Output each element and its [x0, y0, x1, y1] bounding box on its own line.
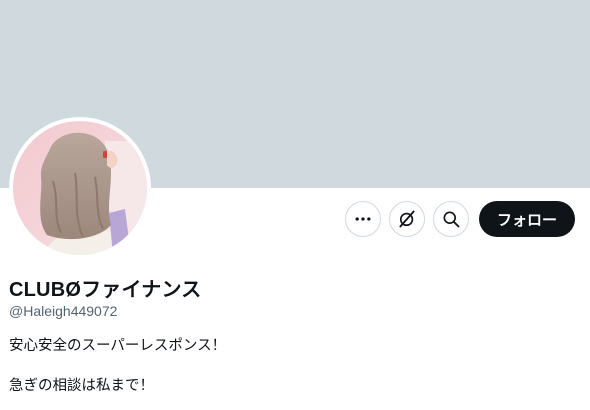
search-icon — [443, 211, 460, 228]
avatar[interactable] — [9, 117, 151, 259]
grok-icon — [399, 210, 415, 228]
search-button[interactable] — [432, 201, 469, 237]
profile-bio: 安心安全のスーパーレスポンス！ 急ぎの相談は私まで！ — [9, 336, 226, 396]
avatar-photo — [13, 121, 147, 255]
bio-line: 急ぎの相談は私まで！ — [9, 378, 154, 394]
bio-spacer — [9, 356, 226, 376]
bio-line: 安心安全のスーパーレスポンス！ — [9, 338, 227, 354]
profile-actions: フォロー — [344, 201, 575, 237]
grok-button[interactable] — [388, 201, 425, 237]
more-horizontal-icon — [355, 217, 371, 221]
profile-page: フォロー CLUBØファイナンス @Haleigh449072 安心安全のスーパ… — [0, 0, 590, 410]
display-name: CLUBØファイナンス — [9, 279, 202, 301]
follow-button[interactable]: フォロー — [478, 201, 575, 237]
user-handle: @Haleigh449072 — [9, 303, 118, 319]
more-button[interactable] — [344, 201, 381, 237]
